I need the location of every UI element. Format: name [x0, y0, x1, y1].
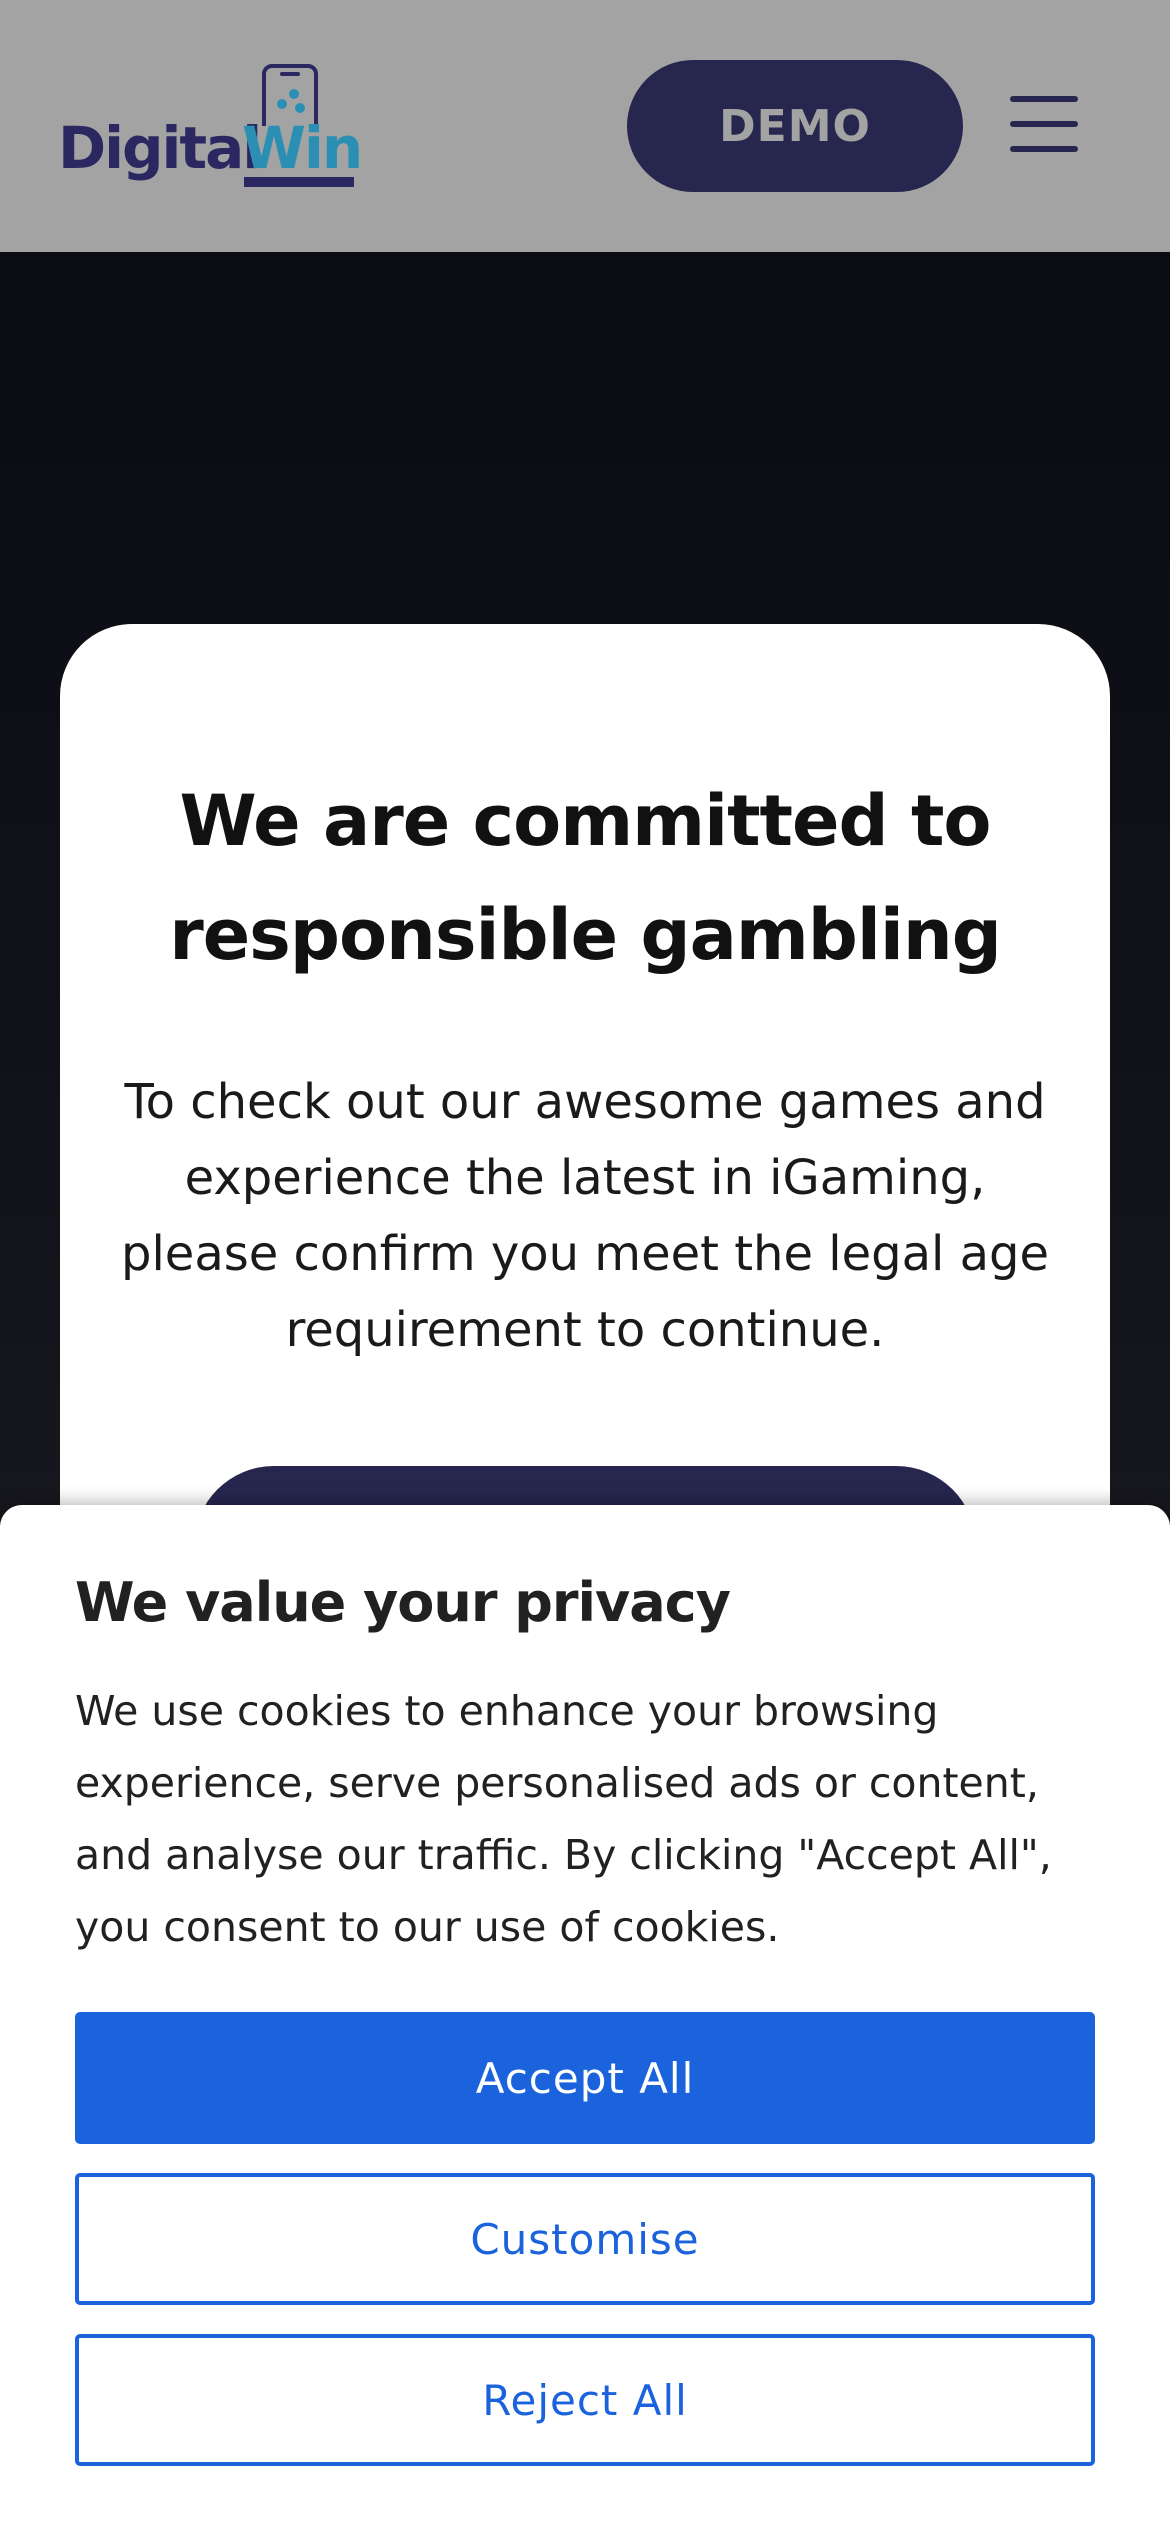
- logo-text-win: Win: [242, 114, 363, 182]
- menu-line: [1010, 146, 1078, 152]
- digitalwin-logo[interactable]: Digital Win: [56, 64, 363, 190]
- accept-all-button[interactable]: Accept All: [75, 2012, 1095, 2144]
- logo-text-digital: Digital: [58, 114, 262, 182]
- logo-underline: [244, 177, 354, 187]
- customise-button[interactable]: Customise: [75, 2173, 1095, 2305]
- menu-line: [1010, 96, 1078, 102]
- menu-line: [1010, 121, 1078, 127]
- cookie-consent-banner: We value your privacy We use cookies to …: [0, 1505, 1170, 2532]
- age-gate-description: To check out our awesome games and exper…: [120, 1074, 1049, 1358]
- hamburger-menu-icon[interactable]: [1010, 96, 1078, 152]
- age-gate-title: We are committed to responsible gambling: [169, 780, 1002, 976]
- site-header: Digital Win DEMO: [0, 0, 1170, 252]
- demo-button[interactable]: DEMO: [627, 60, 963, 192]
- cookie-banner-title: We value your privacy: [75, 1571, 731, 1634]
- cookie-banner-description: We use cookies to enhance your browsing …: [75, 1687, 1052, 1951]
- page: Digital Win DEMO We are committed to res…: [0, 0, 1170, 2532]
- reject-all-button[interactable]: Reject All: [75, 2334, 1095, 2466]
